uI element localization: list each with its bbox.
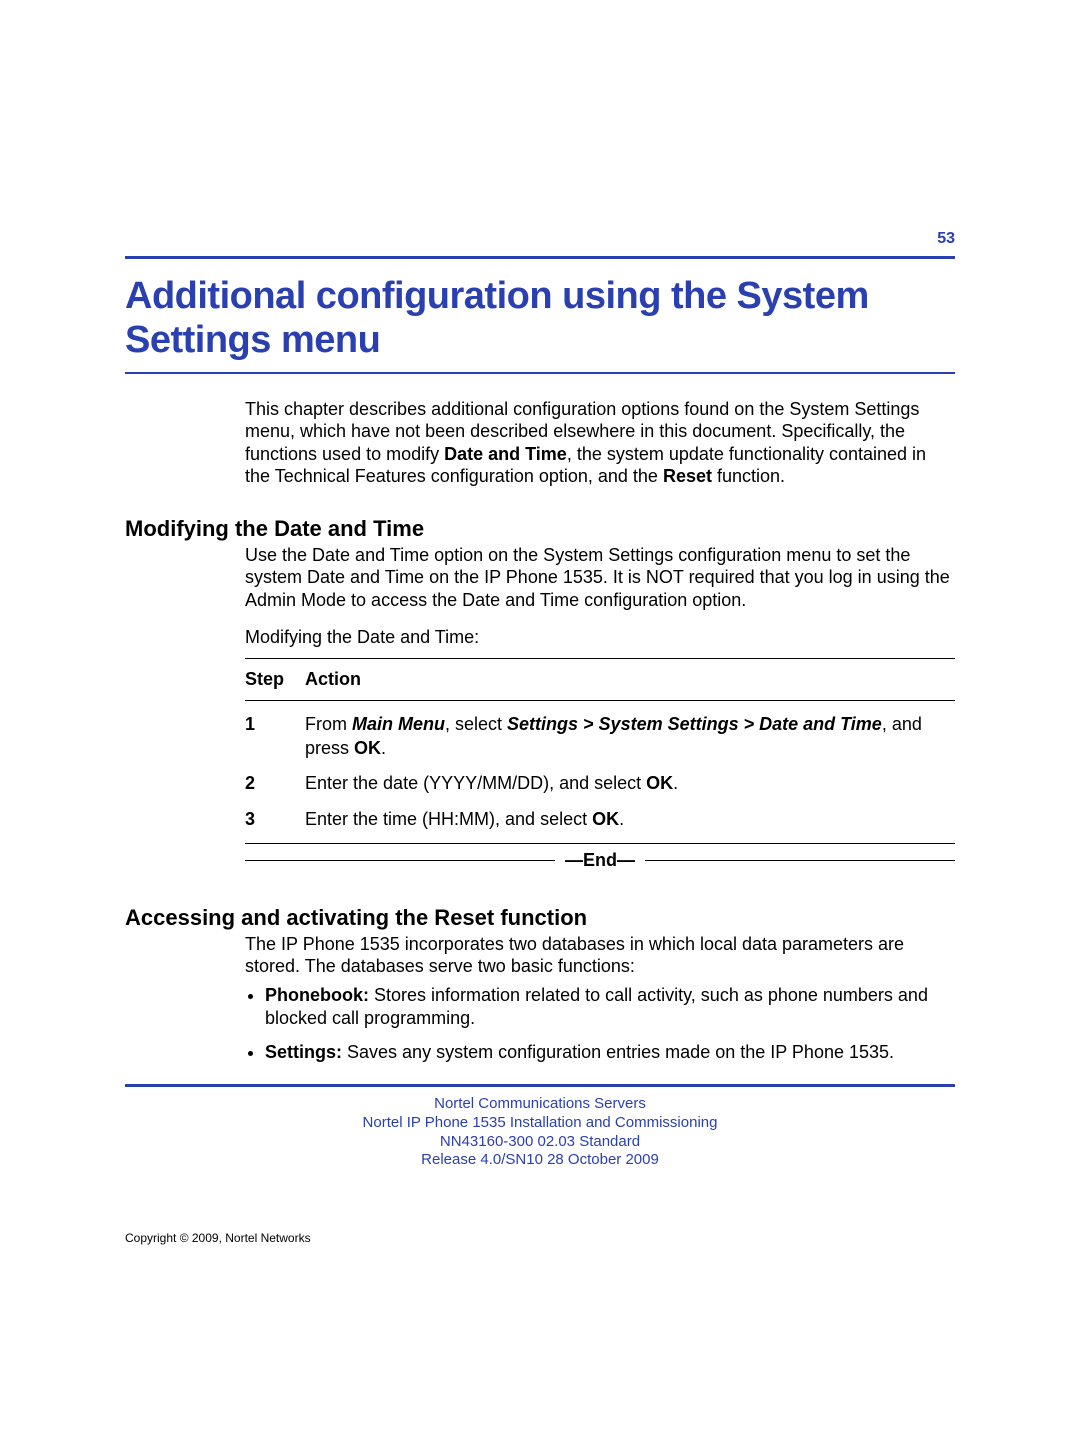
intro-paragraph: This chapter describes additional config… — [245, 398, 955, 488]
intro-bold-datetime: Date and Time — [444, 444, 567, 464]
end-rule-right — [645, 860, 955, 861]
table-rule-top — [245, 658, 955, 659]
end-label: —End— — [555, 850, 645, 871]
step-text: Enter the time (HH:MM), and select — [305, 809, 592, 829]
main-menu-label: Main Menu — [352, 714, 445, 734]
end-marker: —End— — [245, 850, 955, 871]
table-row: 1 From Main Menu, select Settings > Syst… — [245, 707, 955, 766]
footer-rule — [125, 1084, 955, 1087]
footer-line: Nortel Communications Servers — [125, 1095, 955, 1114]
steps-header: Step Action — [245, 665, 955, 694]
bullet-term-settings: Settings: — [265, 1042, 342, 1062]
copyright: Copyright © 2009, Nortel Networks — [125, 1231, 311, 1245]
intro-text: function. — [712, 466, 785, 486]
intro-bold-reset: Reset — [663, 466, 712, 486]
step-action: Enter the date (YYYY/MM/DD), and select … — [305, 772, 955, 795]
bullet-term-phonebook: Phonebook: — [265, 985, 369, 1005]
steps-table: Step Action 1 From Main Menu, select Set… — [245, 658, 955, 871]
section-heading-reset: Accessing and activating the Reset funct… — [125, 905, 955, 931]
menu-path: Settings > System Settings > Date and Ti… — [507, 714, 882, 734]
step-text: . — [619, 809, 624, 829]
step-text: . — [381, 738, 386, 758]
list-item: Settings: Saves any system configuration… — [265, 1041, 955, 1064]
section-heading-modify-datetime: Modifying the Date and Time — [125, 516, 955, 542]
procedure-label: Modifying the Date and Time: — [245, 627, 955, 648]
section2-body: The IP Phone 1535 incorporates two datab… — [245, 933, 955, 978]
ok-label: OK — [592, 809, 619, 829]
header-action: Action — [305, 669, 955, 690]
footer-line: NN43160-300 02.03 Standard — [125, 1133, 955, 1152]
list-item: Phonebook: Stores information related to… — [265, 984, 955, 1031]
footer-line: Nortel IP Phone 1535 Installation and Co… — [125, 1114, 955, 1133]
end-rule-left — [245, 860, 555, 861]
footer-line: Release 4.0/SN10 28 October 2009 — [125, 1151, 955, 1170]
step-action: From Main Menu, select Settings > System… — [305, 713, 955, 760]
header-rule-thick — [125, 256, 955, 259]
step-number: 3 — [245, 808, 305, 831]
table-rule-mid — [245, 700, 955, 701]
step-action: Enter the time (HH:MM), and select OK. — [305, 808, 955, 831]
ok-label: OK — [646, 773, 673, 793]
step-text: From — [305, 714, 352, 734]
bullet-text: Saves any system configuration entries m… — [342, 1042, 894, 1062]
section1-body: Use the Date and Time option on the Syst… — [245, 544, 955, 612]
step-text: . — [673, 773, 678, 793]
step-text: Enter the date (YYYY/MM/DD), and select — [305, 773, 646, 793]
header-rule-thin — [125, 372, 955, 374]
table-row: 2 Enter the date (YYYY/MM/DD), and selec… — [245, 766, 955, 801]
step-number: 2 — [245, 772, 305, 795]
footer-block: Nortel Communications Servers Nortel IP … — [125, 1095, 955, 1170]
ok-label: OK — [354, 738, 381, 758]
page-number: 53 — [125, 230, 955, 248]
bullet-list: Phonebook: Stores information related to… — [245, 984, 955, 1064]
table-row: 3 Enter the time (HH:MM), and select OK. — [245, 802, 955, 837]
table-rule-bottom — [245, 843, 955, 844]
step-text: , select — [445, 714, 507, 734]
chapter-title: Additional configuration using the Syste… — [125, 275, 955, 362]
header-step: Step — [245, 669, 305, 690]
step-number: 1 — [245, 713, 305, 760]
